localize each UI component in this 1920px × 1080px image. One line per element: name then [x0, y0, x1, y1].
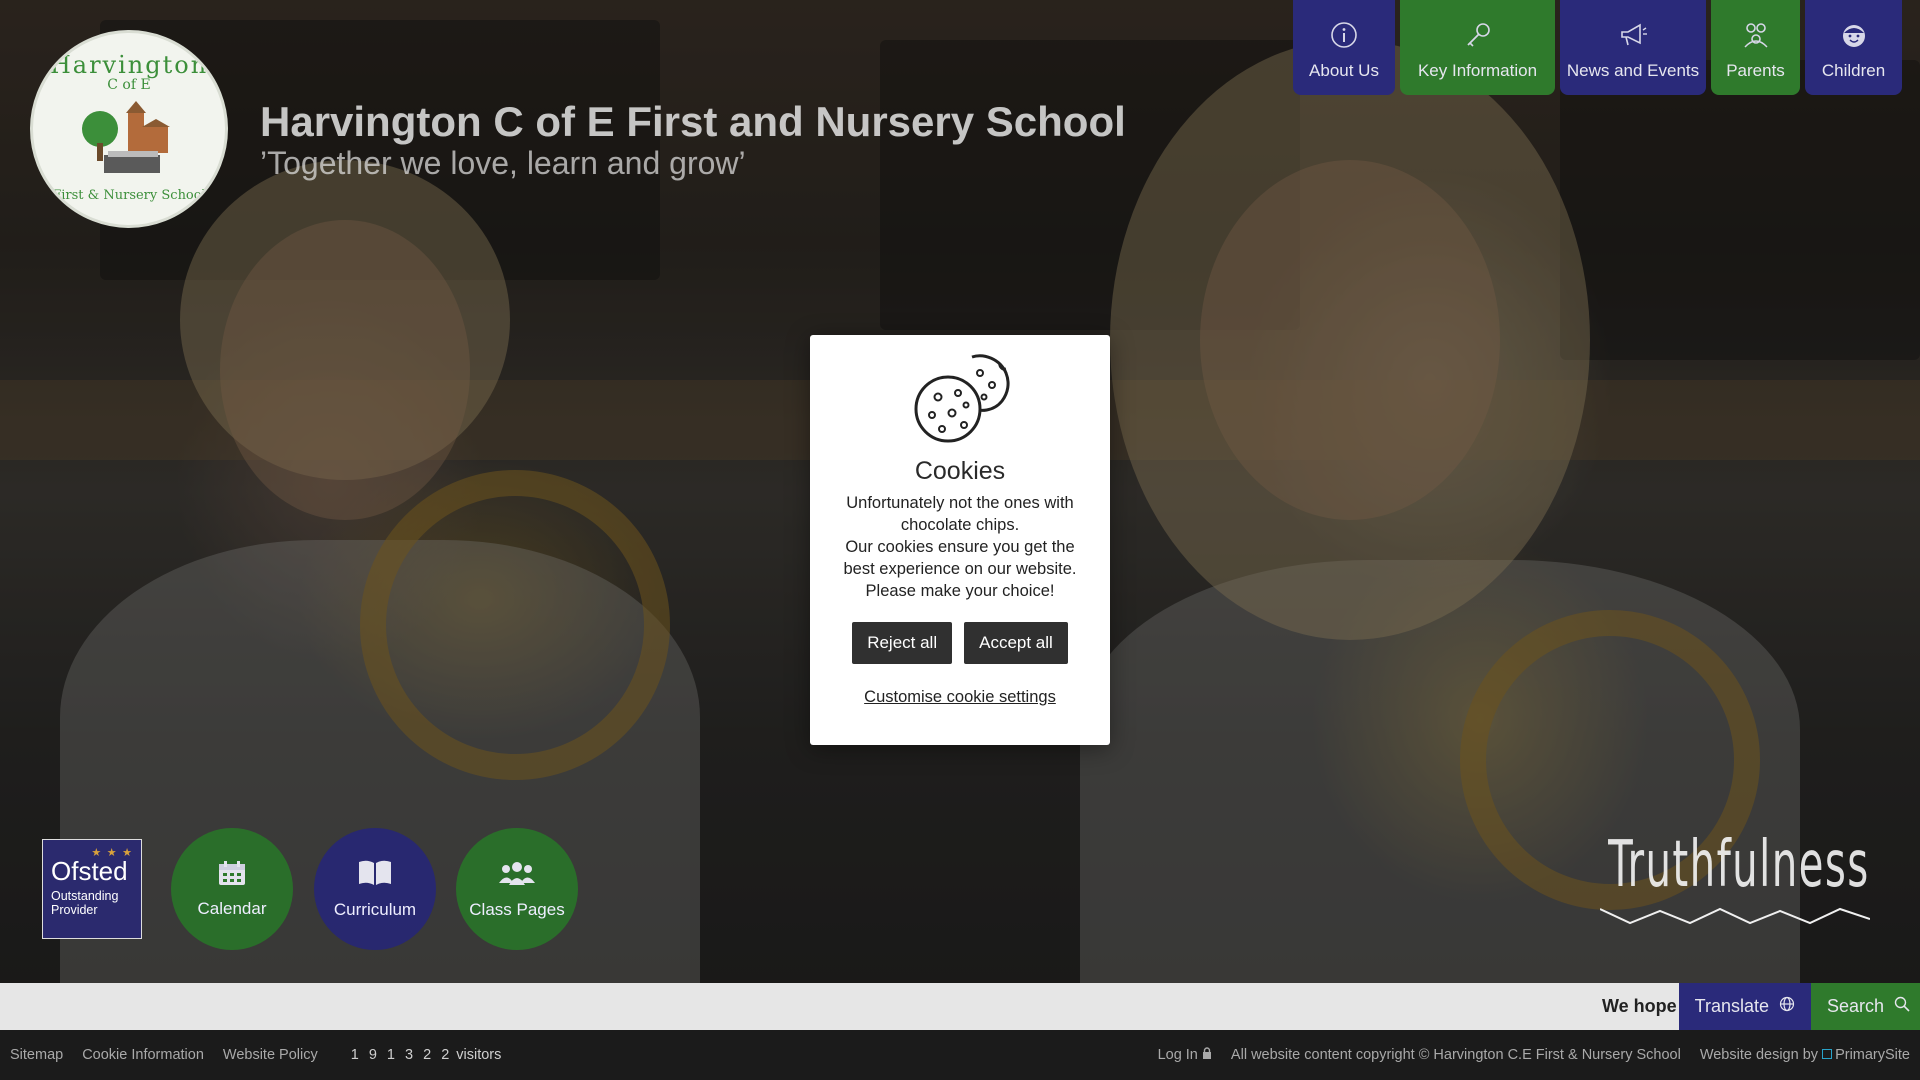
- logo-subtitle: C of E: [107, 77, 151, 93]
- quicklink-curriculum[interactable]: Curriculum: [314, 828, 436, 950]
- lock-icon: [1202, 1047, 1212, 1063]
- news-ticker-bar: We hope Translate Search: [0, 983, 1920, 1030]
- login-label: Log In: [1157, 1047, 1198, 1063]
- search-button[interactable]: Search: [1811, 983, 1920, 1030]
- search-icon: [1894, 996, 1910, 1017]
- group-icon: [499, 859, 535, 892]
- design-credit-prefix: Website design by: [1699, 1047, 1819, 1063]
- school-logo[interactable]: Harvington C of E First & Nursery School: [30, 30, 228, 228]
- church-icon: [82, 101, 170, 173]
- login-link[interactable]: Log In: [1158, 1047, 1212, 1063]
- cookie-message-line-1: Unfortunately not the ones with chocolat…: [846, 494, 1074, 534]
- school-motto: ’Together we love, learn and grow’: [260, 145, 746, 181]
- key-icon: [1464, 21, 1492, 53]
- visitors-label: visitors: [456, 1047, 502, 1063]
- designer-name: PrimarySite: [1835, 1047, 1910, 1063]
- reject-all-button[interactable]: Reject all: [852, 622, 953, 664]
- footer: Sitemap Cookie Information Website Polic…: [0, 1030, 1920, 1080]
- school-name: Harvington C of E First and Nursery Scho…: [260, 98, 1126, 145]
- cookie-dialog: Cookies Unfortunately not the ones with …: [810, 335, 1110, 745]
- ticker-text: We hope: [1601, 996, 1677, 1016]
- logo-title: Harvington: [49, 51, 209, 79]
- search-label: Search: [1827, 996, 1885, 1016]
- nav-label: Key Information: [1417, 61, 1538, 80]
- primarysite-logo-icon: [1822, 1049, 1833, 1059]
- info-icon: [1330, 21, 1358, 53]
- cookie-message-line-2: Our cookies ensure you get the best expe…: [843, 538, 1077, 578]
- megaphone-icon: [1618, 21, 1648, 53]
- logo-bottom-text: First & Nursery School: [52, 188, 206, 203]
- nav-label: News and Events: [1566, 61, 1700, 80]
- quicklink-calendar[interactable]: Calendar: [171, 828, 293, 950]
- ofsted-rating: Outstanding Provider: [51, 889, 119, 917]
- school-value-word: Truthfulness: [1608, 828, 1870, 902]
- nav-parents[interactable]: Parents: [1711, 0, 1800, 95]
- globe-icon: [1779, 996, 1795, 1017]
- footer-link-sitemap[interactable]: Sitemap: [10, 1047, 63, 1063]
- primarysite-link[interactable]: PrimarySite: [1822, 1047, 1910, 1063]
- cookie-icon: [914, 354, 1010, 443]
- footer-link-website-policy[interactable]: Website Policy: [223, 1047, 318, 1063]
- main-navigation: About Us Key Information News and Events…: [1293, 0, 1902, 95]
- accept-all-button[interactable]: Accept all: [964, 622, 1068, 664]
- cookie-message-line-3: Please make your choice!: [865, 582, 1055, 600]
- ofsted-brand: Ofsted: [51, 856, 128, 886]
- nav-key-information[interactable]: Key Information: [1400, 0, 1555, 95]
- footer-link-cookie-information[interactable]: Cookie Information: [82, 1047, 204, 1063]
- calendar-icon: [218, 860, 246, 891]
- nav-about-us[interactable]: About Us: [1293, 0, 1395, 95]
- ofsted-badge[interactable]: ★ ★ ★ Ofsted Outstanding Provider: [42, 839, 142, 939]
- book-icon: [357, 859, 393, 892]
- cookie-title: Cookies: [914, 457, 1006, 485]
- quicklink-label: Calendar: [197, 898, 267, 918]
- nav-label: Parents: [1726, 61, 1785, 80]
- copyright-text: All website content copyright © Harvingt…: [1230, 1047, 1681, 1063]
- nav-label: Children: [1821, 61, 1886, 80]
- nav-children[interactable]: Children: [1805, 0, 1902, 95]
- nav-news-and-events[interactable]: News and Events: [1560, 0, 1706, 95]
- design-credit: Website design by PrimarySite: [1700, 1047, 1910, 1063]
- zigzag-divider-icon: [1600, 907, 1870, 925]
- translate-label: Translate: [1694, 996, 1769, 1016]
- quicklink-label: Class Pages: [469, 899, 565, 919]
- nav-label: About Us: [1309, 61, 1379, 80]
- customise-cookie-settings-link[interactable]: Customise cookie settings: [864, 688, 1056, 707]
- child-icon: [1840, 21, 1868, 53]
- visitor-count: 1 9 1 3 2 2: [350, 1047, 453, 1063]
- quicklink-class-pages[interactable]: Class Pages: [456, 828, 578, 950]
- translate-button[interactable]: Translate: [1678, 983, 1811, 1030]
- quicklink-label: Curriculum: [333, 899, 417, 919]
- parents-icon: [1741, 21, 1771, 53]
- visitor-counter: 1 9 1 3 2 2 visitors: [351, 1047, 502, 1063]
